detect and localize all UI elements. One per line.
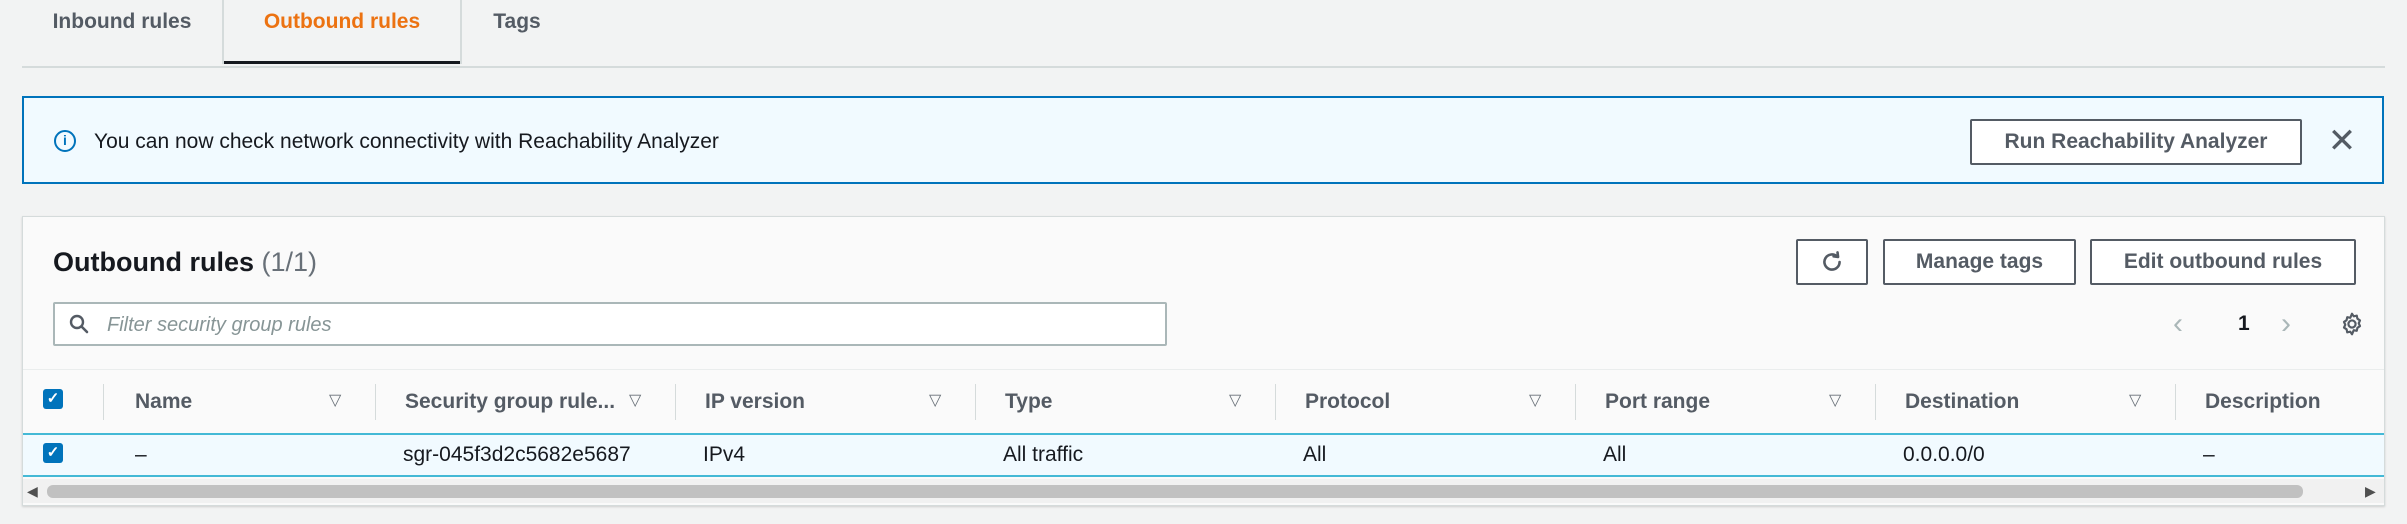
gear-icon[interactable] xyxy=(2339,311,2365,337)
cell-protocol: All xyxy=(1303,443,1327,466)
column-header-destination[interactable]: Destination xyxy=(1905,370,2019,434)
info-banner: i You can now check network connectivity… xyxy=(22,96,2384,184)
info-icon: i xyxy=(54,130,76,152)
run-reachability-analyzer-button[interactable]: Run Reachability Analyzer xyxy=(1970,119,2302,165)
horizontal-scrollbar[interactable]: ◀ ▶ xyxy=(23,479,2384,503)
column-header-name[interactable]: Name xyxy=(135,370,192,434)
sort-icon[interactable]: ▽ xyxy=(1829,390,1841,410)
cell-security-group-rule-id[interactable]: sgr-045f3d2c5682e5687 xyxy=(403,435,631,475)
tab-bar: Inbound rules Outbound rules Tags xyxy=(22,0,2385,68)
cell-type: All traffic xyxy=(1003,443,1084,466)
column-header-port-range[interactable]: Port range xyxy=(1605,370,1710,434)
column-divider xyxy=(675,384,676,420)
refresh-button[interactable] xyxy=(1796,239,1868,285)
sort-icon[interactable]: ▽ xyxy=(629,390,641,410)
refresh-icon xyxy=(1823,251,1841,272)
tab-outbound-rules[interactable]: Outbound rules xyxy=(224,0,460,64)
row-checkbox[interactable]: ✓ xyxy=(43,443,63,463)
banner-message: You can now check network connectivity w… xyxy=(94,130,719,153)
sort-icon[interactable]: ▽ xyxy=(1229,390,1241,410)
tab-inbound-rules[interactable]: Inbound rules xyxy=(22,0,222,64)
scroll-right-arrow-icon[interactable]: ▶ xyxy=(2365,483,2376,500)
column-divider xyxy=(103,384,104,420)
chevron-left-icon[interactable]: ‹ xyxy=(2173,307,2183,341)
filter-search-box xyxy=(53,302,1167,346)
cell-port-range: All xyxy=(1603,443,1627,466)
column-divider xyxy=(1875,384,1876,420)
sort-icon[interactable]: ▽ xyxy=(1529,390,1541,410)
column-divider xyxy=(375,384,376,420)
column-divider xyxy=(975,384,976,420)
column-header-protocol[interactable]: Protocol xyxy=(1305,370,1390,434)
sort-icon[interactable]: ▽ xyxy=(2129,390,2141,410)
page-number[interactable]: 1 xyxy=(2238,312,2250,336)
sort-icon[interactable]: ▽ xyxy=(929,390,941,410)
outbound-rules-panel: Outbound rules (1/1) Manage tags Edit ou… xyxy=(22,216,2385,506)
tab-tags[interactable]: Tags xyxy=(462,0,572,64)
panel-title: Outbound rules (1/1) xyxy=(53,247,317,278)
scrollbar-thumb[interactable] xyxy=(47,485,2303,498)
rule-count: (1/1) xyxy=(261,247,318,277)
edit-outbound-rules-button[interactable]: Edit outbound rules xyxy=(2090,239,2356,285)
scroll-left-arrow-icon[interactable]: ◀ xyxy=(27,483,38,500)
column-header-type[interactable]: Type xyxy=(1005,370,1052,434)
column-header-security-group-rule[interactable]: Security group rule... xyxy=(405,370,615,434)
cell-destination: 0.0.0.0/0 xyxy=(1903,443,1985,466)
filter-security-group-rules-input[interactable] xyxy=(105,304,1159,346)
column-divider xyxy=(1575,384,1576,420)
table-header: ✓ Name ▽ Security group rule... ▽ IP ver… xyxy=(23,369,2384,434)
close-icon[interactable]: ✕ xyxy=(2327,124,2357,158)
panel-title-text: Outbound rules xyxy=(53,247,254,277)
chevron-right-icon[interactable]: › xyxy=(2281,307,2291,341)
sort-icon[interactable]: ▽ xyxy=(329,390,341,410)
cell-name: – xyxy=(135,443,147,466)
table-row[interactable]: ✓ – sgr-045f3d2c5682e5687 IPv4 All traff… xyxy=(23,433,2384,477)
select-all-checkbox[interactable]: ✓ xyxy=(43,389,63,409)
search-icon xyxy=(69,314,89,334)
cell-ip-version: IPv4 xyxy=(703,443,746,466)
column-divider xyxy=(1275,384,1276,420)
column-divider xyxy=(2175,384,2176,420)
manage-tags-button[interactable]: Manage tags xyxy=(1883,239,2076,285)
column-header-description[interactable]: Description xyxy=(2205,370,2321,434)
cell-description: – xyxy=(2203,443,2215,466)
column-header-ip-version[interactable]: IP version xyxy=(705,370,805,434)
